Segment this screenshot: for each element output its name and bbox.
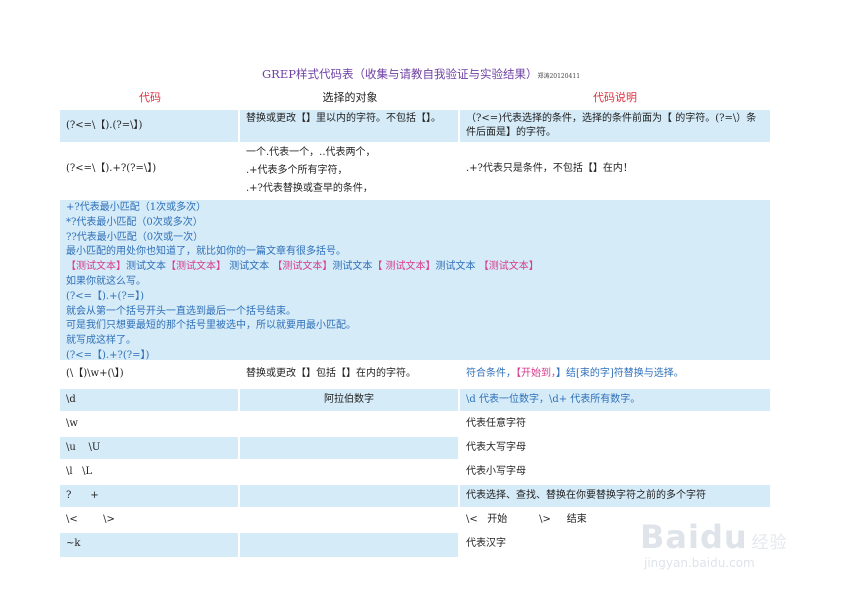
row1-code: (?<=\【).(?=\】) [60, 110, 238, 142]
baidu-url: jingyan.baidu.com [644, 556, 755, 570]
sample-segment: 测试文本 [332, 261, 373, 273]
explanation-line: 如果你就这么写。 [66, 275, 146, 287]
explanation-line: 就会从第一个括号开头一直选到最后一个括号结束。 [66, 305, 296, 317]
simple-row-desc: \d 代表一位数字，\d+ 代表所有数字。 [460, 389, 770, 411]
sample-segment: 【 测试文本】 [372, 261, 436, 273]
row3-desc-part: 【开始到， [516, 368, 556, 379]
document-title: GREP样式代码表（收集与请教自我验证与实验结果）郑涛20120411 [0, 66, 842, 82]
simple-row-code: \d [60, 389, 238, 411]
header-target: 选择的对象 [322, 91, 378, 104]
simple-row-target [240, 437, 458, 459]
title-main: GREP样式代码表（收集与请教自我验证与实验结果） [261, 67, 538, 81]
row2-desc: .+?代表只是条件，不包括【】在内！ [466, 163, 633, 174]
sample-segment: 测试文本 [226, 261, 273, 273]
simple-row-desc: 代表选择、查找、替换在你要替换字符之前的多个字符 [460, 485, 770, 507]
row3-desc: 符合条件，【开始到，】结[束的字]符替换与选择。 [460, 364, 770, 386]
simple-row-code: \u \U [60, 437, 238, 459]
row2-target-line: .+?代表替换或查早的条件， [246, 183, 373, 194]
baidu-logo-suffix: 经验 [751, 533, 788, 553]
row2-target-line: .+代表多个所有字符， [246, 165, 348, 176]
row2-target: 一个.代表一个，..代表两个， .+代表多个所有字符， .+?代表替换或查早的条… [240, 144, 458, 198]
row1-target: 替换或更改【】里以内的字符。不包括【】。 [240, 110, 458, 142]
simple-row-desc: 代表小写字母 [466, 466, 526, 477]
explanation-line: 最小匹配的用处你也知道了，就比如你的一篇文章有很多括号。 [66, 246, 346, 258]
simple-row-desc: 代表大写字母 [466, 442, 526, 453]
explanation-line: (?<=【).+?(?=】) [66, 349, 150, 361]
simple-row-target [240, 461, 458, 483]
row2-code: (?<=\【).+?(?=\】) [66, 163, 157, 174]
explanation-line: 可是我们只想要最短的那个括号里被选中，所以就要用最小匹配。 [66, 320, 356, 332]
baidu-logo-text: Baidu [640, 518, 748, 556]
row3-code: (\【)\w+(\】) [66, 368, 124, 379]
header-code: 代码 [139, 91, 161, 104]
sample-segment: 【测试文本】 [272, 261, 333, 273]
simple-row-code: \l \L [66, 466, 93, 477]
explanation-line: *?代表最小匹配（0次或多次） [66, 216, 203, 228]
explanation-line: ??代表最小匹配（0次或一次） [66, 231, 204, 243]
row3-desc-part: 符合条件， [466, 368, 516, 379]
minimal-match-explanation: +?代表最小匹配（1次或多次） *?代表最小匹配（0次或多次） ??代表最小匹配… [60, 200, 770, 361]
explanation-line: +?代表最小匹配（1次或多次） [66, 202, 207, 213]
simple-row-code: \w [66, 418, 78, 429]
sample-text-line: 【测试文本】测试文本【测试文本】 测试文本 【测试文本】测试文本【 测试文本】测… [66, 260, 764, 275]
sample-segment: 【测试文本】 [166, 261, 226, 273]
simple-row-desc: 代表任意字符 [466, 418, 526, 429]
baidu-logo: Baidu 经验 [640, 518, 810, 556]
sample-segment: 【测试文本】 [478, 261, 539, 273]
simple-row-target [240, 509, 458, 531]
simple-row-code: ~k [60, 533, 238, 557]
simple-row-code: \< \> [66, 514, 115, 525]
simple-row-target: 阿拉伯数字 [240, 389, 458, 411]
sample-segment: 【测试文本】 [66, 261, 126, 273]
row1-desc: （?<=)代表选择的条件，选择的条件前面为【 的字符。(?=\）条件后面是】的字… [460, 110, 770, 142]
sample-segment: 测试文本 [126, 261, 166, 273]
baidu-watermark: Baidu 经验 jingyan.baidu.com [640, 518, 810, 578]
sample-segment: 测试文本 [435, 261, 479, 273]
header-desc: 代码说明 [593, 91, 637, 104]
simple-row-code: ? + [60, 485, 238, 507]
title-suffix: 郑涛20120411 [537, 73, 581, 80]
simple-row-target [240, 413, 458, 435]
row3-target: 替换或更改【】包括【】在内的字符。 [246, 368, 416, 379]
row2-target-line: 一个.代表一个，..代表两个， [246, 147, 376, 158]
explanation-line: (?<=【).+(?=】) [66, 290, 145, 302]
explanation-line: 就写成这样了。 [66, 335, 136, 347]
simple-row-target [240, 533, 458, 557]
simple-row-target [240, 485, 458, 507]
row3-desc-part: 】结[束的字]符替换与选择。 [556, 368, 684, 379]
